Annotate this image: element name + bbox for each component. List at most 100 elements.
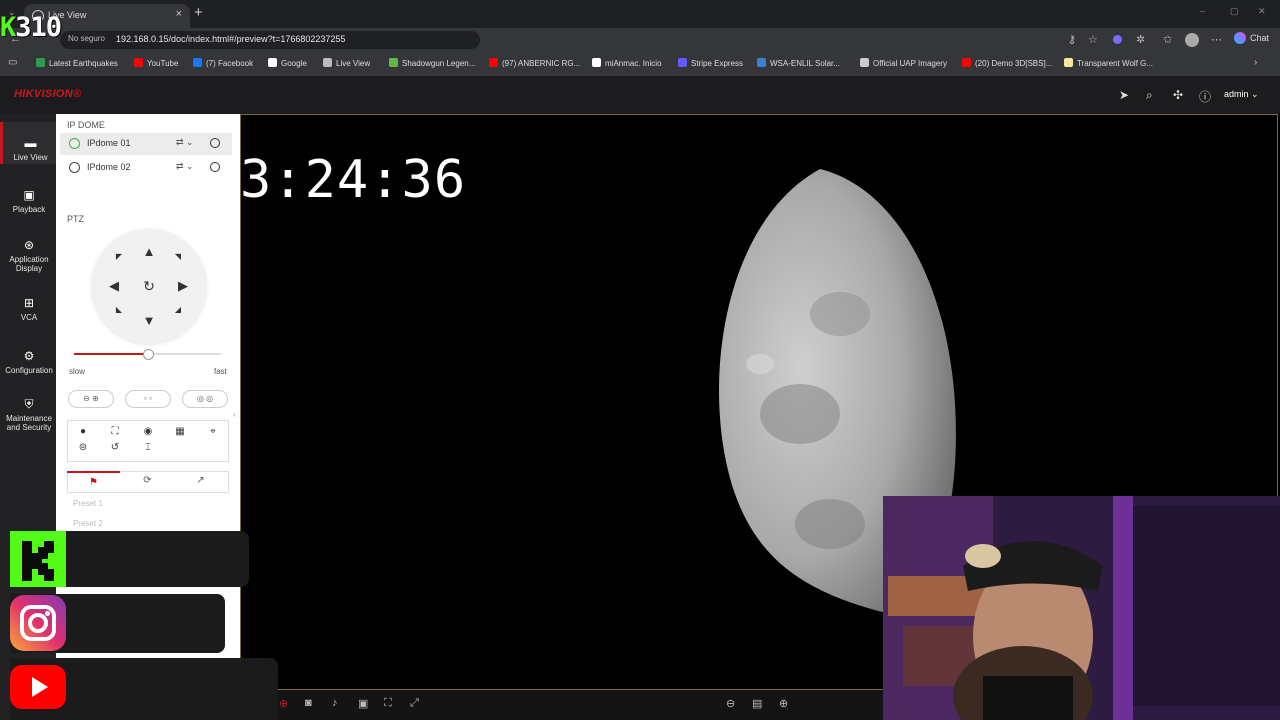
speed-slider-fill: [74, 353, 148, 355]
next-page-icon[interactable]: ⊕: [779, 697, 788, 710]
security-indicator[interactable]: No seguro: [68, 34, 105, 43]
profile-avatar[interactable]: [1185, 33, 1199, 47]
tab-pattern-icon[interactable]: ↗: [174, 471, 227, 491]
ptz-up-right-icon[interactable]: ◥: [171, 252, 185, 261]
bookmark-item[interactable]: (7) Facebook: [193, 58, 253, 68]
bookmark-favicon-icon: [860, 58, 869, 67]
bookmark-item[interactable]: Live View: [323, 58, 370, 68]
minimize-icon[interactable]: –: [1200, 6, 1205, 16]
3d-position-icon[interactable]: ⛶: [384, 697, 392, 710]
close-window-icon[interactable]: ✕: [1258, 6, 1266, 17]
nav-label: Maintenance and Security: [6, 414, 52, 432]
favorites-icon[interactable]: ✩: [1163, 33, 1172, 46]
auto-scan-icon[interactable]: ↻: [142, 278, 156, 295]
park-icon[interactable]: ⌶: [141, 442, 155, 453]
extension-icon[interactable]: [1113, 35, 1122, 44]
playback-icon: ▣: [23, 188, 35, 202]
window-layout-icon[interactable]: ▤: [752, 697, 762, 710]
bookmark-favicon-icon: [962, 58, 971, 67]
new-tab-button[interactable]: +: [194, 4, 203, 21]
speed-slider-handle[interactable]: [142, 349, 154, 360]
chat-button[interactable]: Chat: [1234, 32, 1269, 48]
ptz-down-left-icon[interactable]: ◣: [112, 305, 126, 314]
tab-presets-flag-icon[interactable]: ⚑: [67, 471, 120, 493]
url-text[interactable]: 192.168.0.15/doc/index.html#/preview?t=1…: [116, 34, 345, 44]
collapse-panel-icon[interactable]: ‹: [233, 410, 236, 419]
chevron-down-icon: ⌄: [1251, 89, 1259, 99]
camera-status-icon: [69, 138, 80, 149]
stream-select-icon[interactable]: ⇄ ⌄: [176, 161, 194, 172]
tab-close-icon[interactable]: ×: [176, 8, 182, 20]
bookmark-item[interactable]: YouTube: [134, 58, 178, 68]
iris-buttons[interactable]: ◎ ◎: [182, 390, 228, 408]
search-icon[interactable]: ⌕: [1146, 88, 1153, 103]
menu-icon[interactable]: ⋯: [1211, 33, 1222, 46]
speed-min-label: slow: [69, 367, 86, 376]
bookmark-item[interactable]: Transparent Wolf G...: [1064, 58, 1153, 68]
key-icon[interactable]: ⚷: [1068, 33, 1076, 46]
bookmark-favicon-icon: [134, 58, 143, 67]
ptz-down-icon[interactable]: ▼: [142, 313, 156, 328]
bookmark-item[interactable]: (97) ANBERNIC RG...: [489, 58, 580, 68]
maximize-icon[interactable]: ▢: [1230, 6, 1239, 17]
star-icon[interactable]: ☆: [1088, 33, 1098, 46]
zoom-area-icon[interactable]: ⊜: [76, 442, 90, 453]
bookmark-label: Live View: [336, 59, 371, 68]
bookmark-item[interactable]: (20) Demo 3D[SBS]...: [962, 58, 1052, 68]
previous-page-icon[interactable]: ⊖: [726, 697, 735, 710]
ptz-right-icon[interactable]: ▶: [176, 278, 190, 294]
nav-configuration[interactable]: ⚙ Configuration: [0, 349, 58, 375]
bookmark-item[interactable]: Latest Earthquakes: [36, 58, 118, 68]
record-video-icon[interactable]: ▣: [358, 697, 368, 710]
nav-live-view[interactable]: ▬ Live View: [0, 122, 58, 164]
nav-playback[interactable]: ▣ Playback: [0, 188, 58, 214]
puzzle-icon[interactable]: ✲: [1136, 33, 1145, 46]
preset-item[interactable]: Preset 1: [73, 499, 103, 508]
record-icon[interactable]: [210, 138, 220, 148]
one-touch-icon[interactable]: ↺: [108, 442, 122, 453]
bookmark-item[interactable]: Shadowgun Legen...: [389, 58, 475, 68]
bookmark-favicon-icon: [1064, 58, 1073, 67]
user-name: admin: [1224, 89, 1249, 99]
region-focus-icon[interactable]: ⛶: [108, 426, 122, 437]
auto-track-icon[interactable]: ⌖: [206, 426, 220, 437]
tools-icon[interactable]: ✣: [1173, 88, 1183, 102]
camera-status-icon: [69, 162, 80, 173]
nav-application-display[interactable]: ⊛ Application Display: [0, 238, 58, 273]
tab-patrol-icon[interactable]: ⟳: [121, 471, 174, 491]
stream-overlay-counter: K310: [0, 12, 62, 43]
bookmark-item[interactable]: Official UAP Imagery: [860, 58, 947, 68]
preset-item[interactable]: Preset 2: [73, 519, 103, 528]
info-icon[interactable]: ⓘ: [1199, 88, 1211, 105]
bookmark-favicon-icon: [323, 58, 332, 67]
snapshot-icon[interactable]: ◙: [305, 697, 312, 709]
focus-buttons[interactable]: ▫ ▫: [125, 390, 171, 408]
fullscreen-icon[interactable]: ⤢: [410, 697, 419, 710]
send-icon[interactable]: ➤: [1119, 88, 1129, 102]
ptz-up-icon[interactable]: ▲: [142, 244, 156, 259]
sidebar-toggle-icon[interactable]: ▭: [8, 57, 17, 68]
camera-item-ipdome-02[interactable]: IPdome 02 ⇄ ⌄: [60, 157, 232, 179]
grid-icon[interactable]: ▦: [173, 426, 187, 437]
bookmark-item[interactable]: Stripe Express: [678, 58, 743, 68]
nav-vca[interactable]: ⊞ VCA: [0, 296, 58, 322]
stream-select-icon[interactable]: ⇄ ⌄: [176, 137, 194, 148]
zoom-buttons[interactable]: ⊖ ⊕: [68, 390, 114, 408]
ptz-down-right-icon[interactable]: ◢: [171, 305, 185, 314]
bookmark-item[interactable]: miAnmac. Inicio: [592, 58, 661, 68]
ptz-left-icon[interactable]: ◀: [107, 278, 121, 294]
bookmark-item[interactable]: Google: [268, 58, 307, 68]
bookmarks-more-icon[interactable]: ›: [1254, 57, 1257, 68]
user-menu[interactable]: admin ⌄: [1224, 89, 1259, 100]
bookmark-item[interactable]: WSA-ENLIL Solar...: [757, 58, 840, 68]
ptz-up-left-icon[interactable]: ◤: [112, 252, 126, 261]
record-icon[interactable]: [210, 162, 220, 172]
bookmark-favicon-icon: [268, 58, 277, 67]
nav-maintenance-security[interactable]: ⛨ Maintenance and Security: [0, 397, 58, 432]
digital-zoom-icon[interactable]: ⊕: [279, 697, 288, 710]
light-icon[interactable]: ●: [76, 426, 90, 437]
camera-item-ipdome-01[interactable]: IPdome 01 ⇄ ⌄: [60, 133, 232, 155]
bookmark-favicon-icon: [592, 58, 601, 67]
audio-icon[interactable]: ♪: [332, 697, 338, 709]
wiper-icon[interactable]: ◉: [141, 426, 155, 437]
